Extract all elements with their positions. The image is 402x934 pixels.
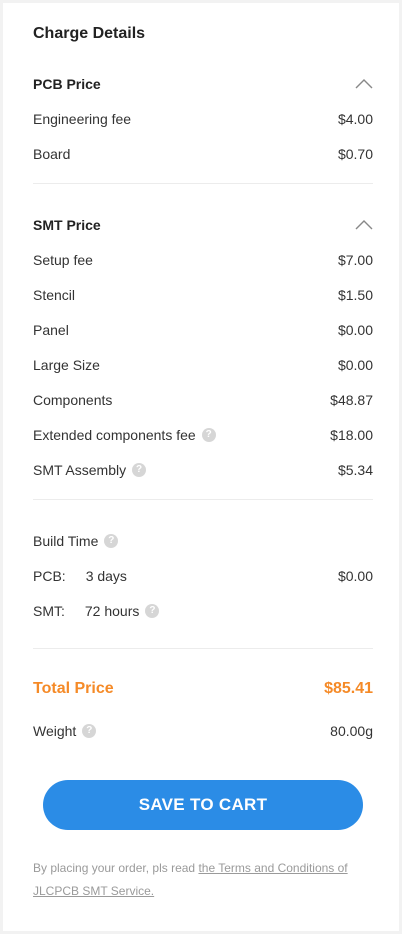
question-circle-icon[interactable]: ? <box>104 534 119 548</box>
pcb-build-time: 3 days <box>85 568 127 584</box>
question-circle-icon[interactable]: ? <box>201 428 216 442</box>
smt-build-label: SMT: <box>33 603 65 619</box>
save-to-cart-button[interactable]: SAVE TO CART <box>43 780 363 830</box>
row-value: $18.00 <box>330 427 373 443</box>
total-price-row: Total Price $85.41 <box>33 677 373 701</box>
row-label: Engineering fee <box>33 111 132 127</box>
row-label-group: PCB: 3 days <box>33 568 127 584</box>
row-label: Extended components fee <box>33 427 196 443</box>
row-label-group: Build Time ? <box>33 533 119 549</box>
build-time-smt-row: SMT: 72 hours ? <box>33 601 373 621</box>
row-label: Stencil <box>33 287 76 303</box>
row-value: $1.50 <box>337 287 373 303</box>
pcb-price-title: PCB Price <box>33 76 101 92</box>
pcb-build-label: PCB: <box>33 568 66 584</box>
smt-price-header[interactable]: SMT Price <box>33 215 373 235</box>
total-price-value: $85.41 <box>324 680 373 697</box>
build-time-label: Build Time <box>33 533 99 549</box>
price-row-components: Components $48.87 <box>33 390 373 410</box>
row-label: Setup fee <box>33 252 93 268</box>
question-circle-icon[interactable]: ? <box>82 724 97 738</box>
price-row-board: Board $0.70 <box>33 144 373 164</box>
row-label: Board <box>33 146 71 162</box>
price-row-smt-assembly: SMT Assembly ? $5.34 <box>33 460 373 480</box>
row-label: Components <box>33 392 113 408</box>
row-value: $48.87 <box>330 392 373 408</box>
build-time-pcb-row: PCB: 3 days $0.00 <box>33 566 373 586</box>
row-label: SMT Assembly <box>33 462 127 478</box>
smt-price-title: SMT Price <box>33 217 101 233</box>
terms-note: By placing your order, pls read the Term… <box>33 857 373 903</box>
row-label: Panel <box>33 322 69 338</box>
row-value: $0.00 <box>337 357 373 373</box>
weight-label: Weight <box>33 723 77 739</box>
weight-value: 80.00g <box>330 723 373 739</box>
question-circle-icon[interactable]: ? <box>132 463 147 477</box>
chevron-up-icon[interactable] <box>355 219 373 231</box>
chevron-up-icon[interactable] <box>355 78 373 90</box>
charge-details-panel: Charge Details PCB Price Engineering fee… <box>3 3 399 931</box>
price-row-extended-components-fee: Extended components fee ? $18.00 <box>33 425 373 445</box>
row-value: $0.70 <box>337 146 373 162</box>
price-row-setup-fee: Setup fee $7.00 <box>33 250 373 270</box>
price-row-stencil: Stencil $1.50 <box>33 285 373 305</box>
row-value: $4.00 <box>337 111 373 127</box>
divider <box>33 648 373 649</box>
total-price-label: Total Price <box>33 680 114 697</box>
row-label-group: Extended components fee ? <box>33 427 216 443</box>
row-label-group: SMT: 72 hours ? <box>33 603 160 619</box>
pcb-price-header[interactable]: PCB Price <box>33 74 373 94</box>
price-row-panel: Panel $0.00 <box>33 320 373 340</box>
price-row-engineering-fee: Engineering fee $4.00 <box>33 109 373 129</box>
question-circle-icon[interactable]: ? <box>145 604 160 618</box>
divider <box>33 183 373 184</box>
divider <box>33 499 373 500</box>
weight-row: Weight ? 80.00g <box>33 721 373 741</box>
panel-title: Charge Details <box>33 25 146 42</box>
row-label-group: SMT Assembly ? <box>33 462 147 478</box>
row-value: $0.00 <box>337 322 373 338</box>
pcb-build-value: $0.00 <box>337 568 373 584</box>
terms-note-prefix: By placing your order, pls read <box>33 861 196 875</box>
row-value: $5.34 <box>337 462 373 478</box>
row-label: Large Size <box>33 357 100 373</box>
row-label-group: Weight ? <box>33 723 97 739</box>
smt-build-time: 72 hours <box>84 603 140 619</box>
price-row-large-size: Large Size $0.00 <box>33 355 373 375</box>
row-value: $7.00 <box>337 252 373 268</box>
build-time-row: Build Time ? <box>33 531 373 551</box>
